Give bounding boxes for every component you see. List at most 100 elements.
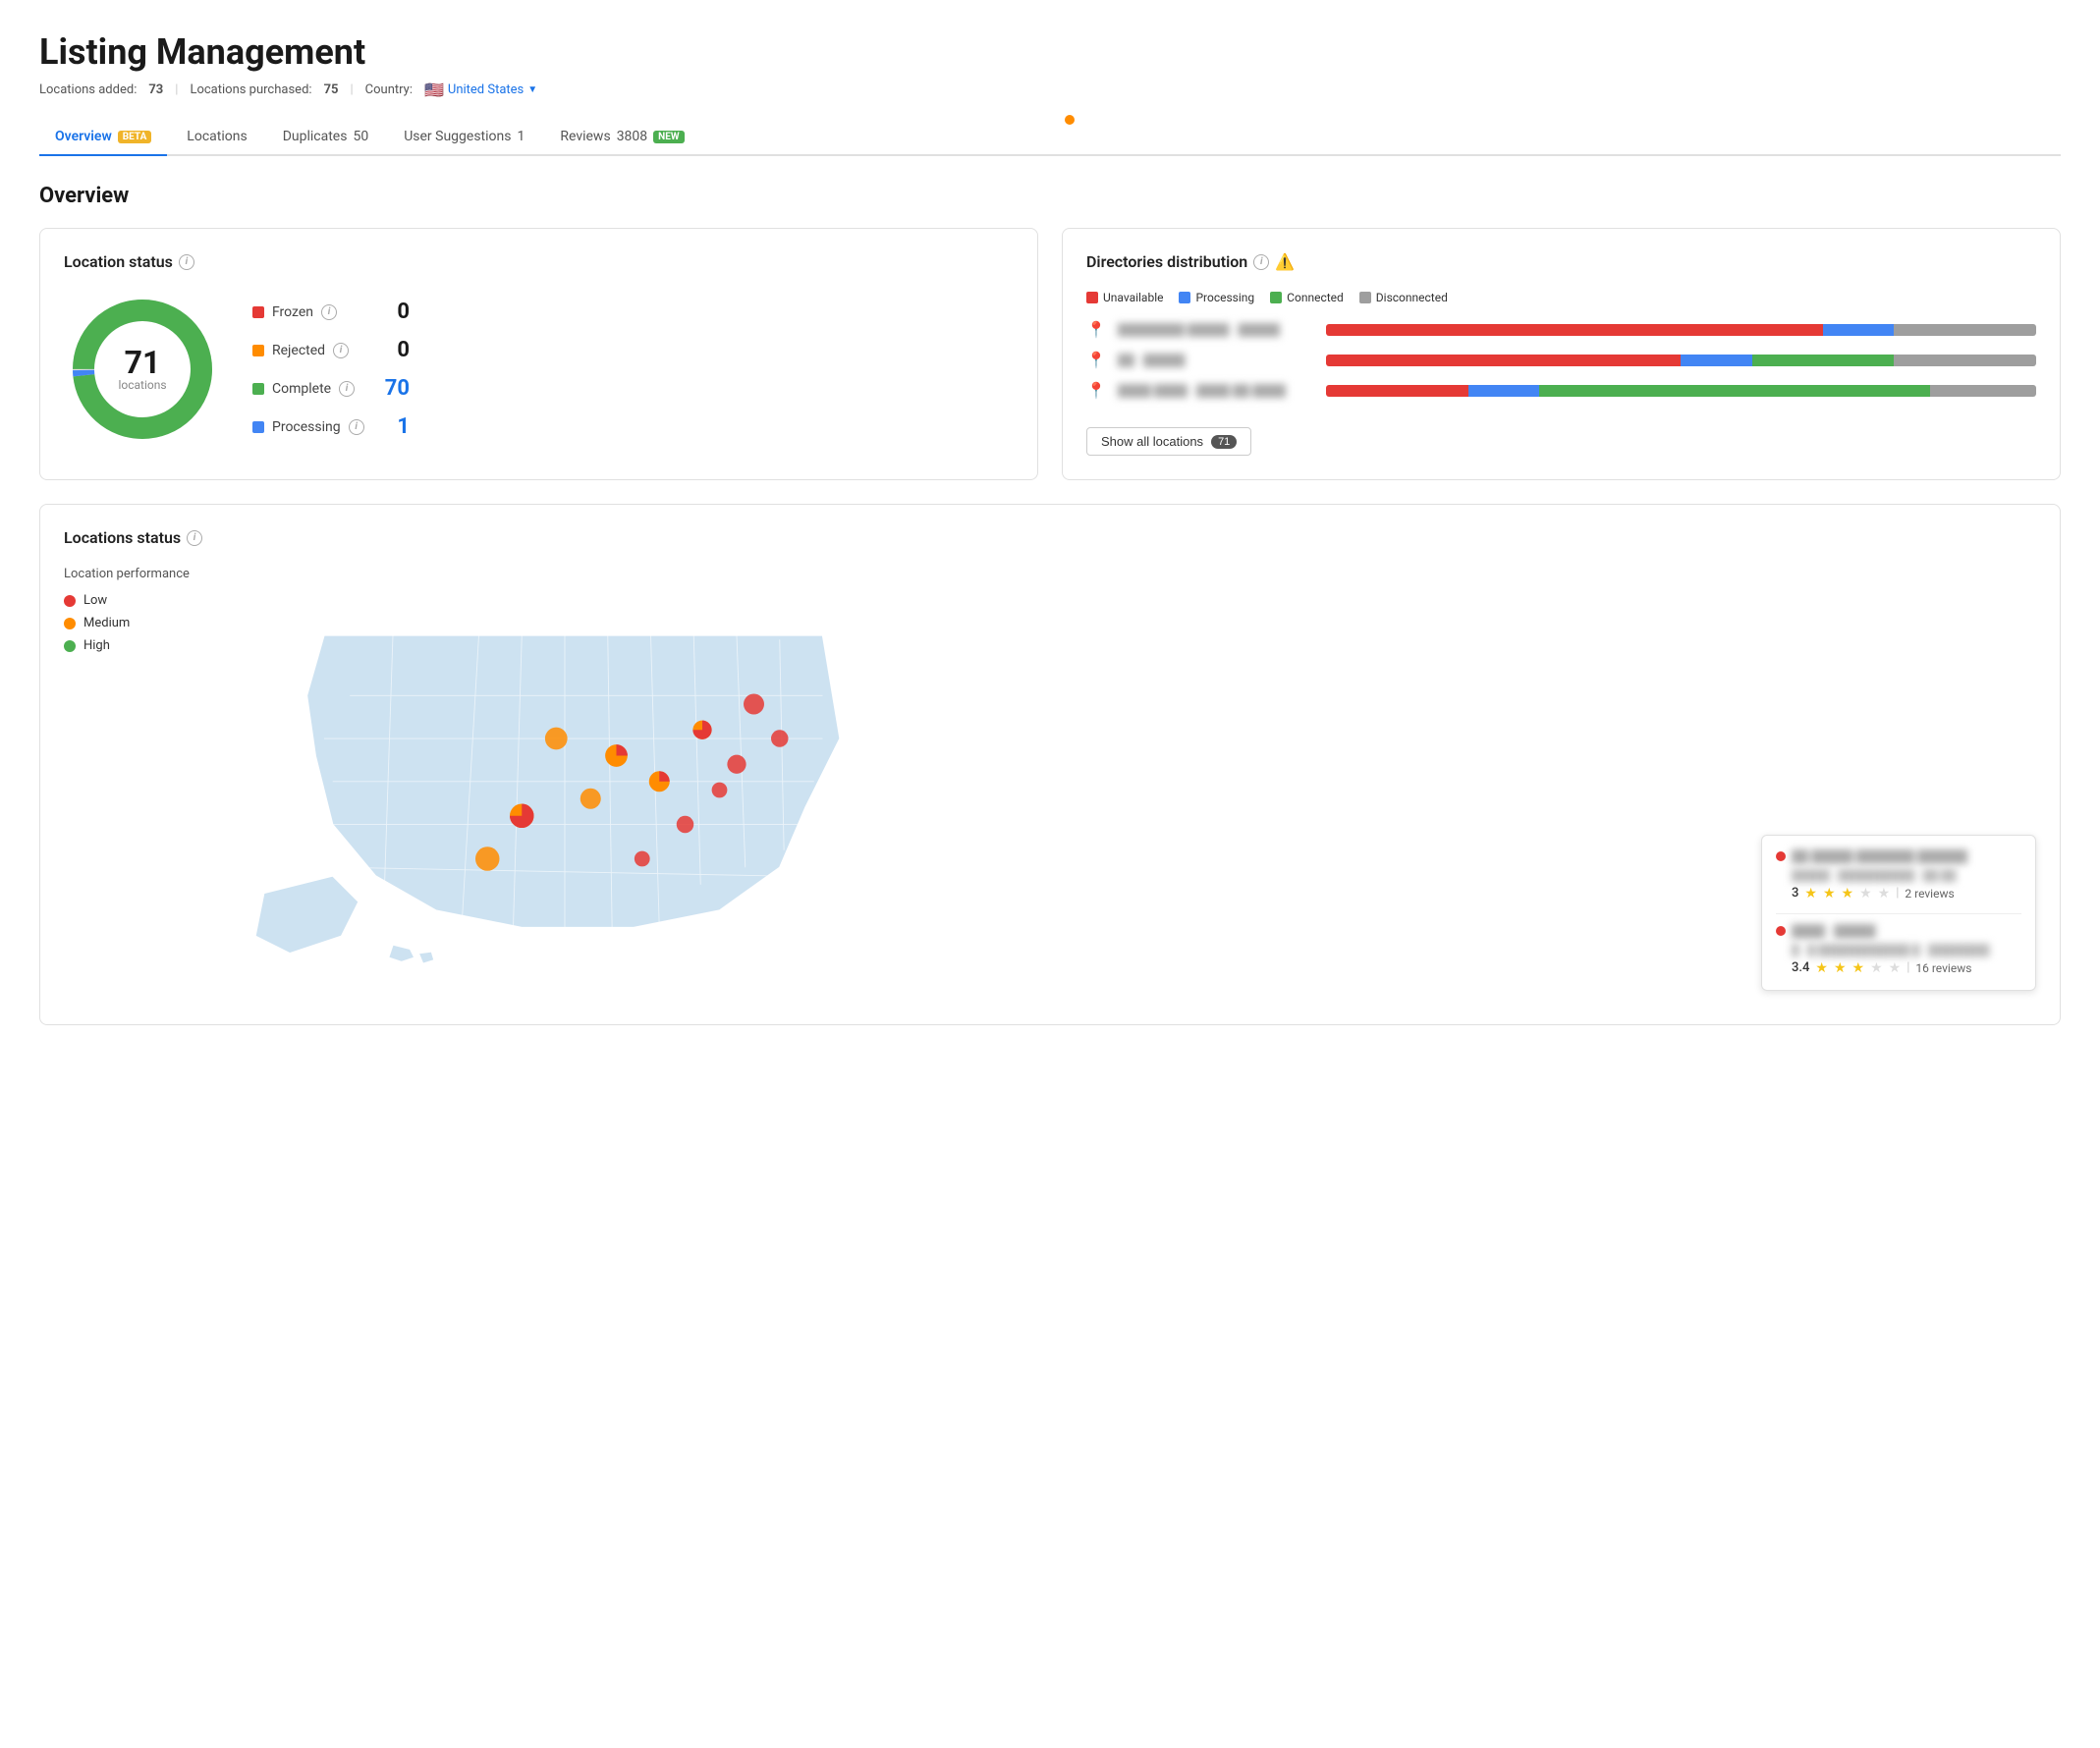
cards-row: Location status i 71 locations [39,228,2061,480]
tab-duplicates[interactable]: Duplicates 50 [267,119,385,156]
sep1: | [175,82,178,97]
dir-bar-3 [1326,385,2036,397]
frozen-value: 0 [380,300,410,324]
tab-duplicates-label: Duplicates [283,129,348,144]
country-label: Country: [365,82,413,97]
notification-dot [1065,115,1075,125]
locations-purchased-label: Locations purchased: [190,82,311,97]
overview-heading: Overview [39,184,2061,208]
map-content: Location performance Low Medium High [64,567,2036,1001]
map-dot-orange-2[interactable] [580,789,601,809]
map-legend-title: Location performance [64,567,201,581]
donut-chart: 71 locations [64,291,221,448]
locations-purchased-value: 75 [324,82,339,97]
tab-duplicates-count: 50 [353,129,368,144]
map-dot-pie-4[interactable] [510,804,534,829]
tooltip-addr-1: █████ · ██████████ · ██ ██ [1792,869,2021,882]
dir-bar-3-processing [1468,385,1539,397]
chevron-down-icon: ▼ [527,84,537,95]
subtitle-bar: Locations added: 73 | Locations purchase… [39,81,2061,99]
tooltip-rating-1: 3 ★ ★ ★ ★ ★ | 2 reviews [1792,886,2021,901]
tab-locations[interactable]: Locations [171,119,262,156]
directories-info-icon[interactable]: i [1253,254,1269,270]
frozen-info-icon[interactable]: i [321,304,337,320]
tabs-nav: Overview BETA Locations Duplicates 50 Us… [39,119,2061,156]
dir-name-3: ████ ████ · ████ ██ ████ [1118,384,1314,398]
tooltip-dot-2 [1776,926,1786,936]
dir-name-1: ████████ █████ · █████ [1118,323,1314,337]
dir-bar-1 [1326,324,2036,336]
directories-title: Directories distribution i ⚠️ [1086,252,2036,271]
map-dot-pie-1[interactable] [605,744,628,767]
processing-label: Processing [272,419,341,435]
map-dot-red-2[interactable] [771,730,789,747]
processing-info-icon[interactable]: i [349,419,364,435]
map-dot-red-5[interactable] [677,816,694,834]
medium-label: Medium [83,616,130,630]
connected-legend-dot [1270,292,1282,303]
tab-reviews-label: Reviews [560,129,610,144]
low-dot [64,595,76,607]
page-title: Listing Management [39,31,2061,73]
rejected-info-icon[interactable]: i [333,343,349,358]
dir-bar-2-unavailable [1326,355,1682,366]
tooltip-name-2: ████ · █████ [1792,924,1876,940]
star-1-3: ★ [1842,886,1854,901]
status-rejected: Rejected i 0 [252,338,410,362]
dir-bar-2 [1326,355,2036,366]
tab-reviews[interactable]: Reviews 3808 NEW [544,119,699,156]
unavailable-legend-dot [1086,292,1098,303]
complete-label: Complete [272,381,331,397]
directories-card: Directories distribution i ⚠️ Unavailabl… [1062,228,2061,480]
frozen-label: Frozen [272,304,313,320]
connected-legend-label: Connected [1287,291,1344,304]
status-frozen: Frozen i 0 [252,300,410,324]
flag-icon: 🇺🇸 [424,81,444,99]
tab-user-suggestions-count: 1 [517,129,525,144]
show-all-locations-button[interactable]: Show all locations 71 [1086,427,1251,456]
legend-disconnected: Disconnected [1359,291,1448,304]
reviews-count-1: 2 reviews [1905,887,1954,901]
map-dot-pie-2[interactable] [649,771,670,792]
map-dot-red-6[interactable] [635,851,650,867]
complete-info-icon[interactable]: i [339,381,355,397]
star-1-1: ★ [1804,886,1817,901]
tab-overview-label: Overview [55,129,112,144]
dir-name-2: ██ · █████ [1118,354,1314,367]
country-name: United States [448,82,524,97]
complete-dot [252,383,264,395]
legend-processing: Processing [1179,291,1254,304]
locations-status-info-icon[interactable]: i [187,530,202,546]
map-dot-red-3[interactable] [727,755,746,774]
map-dot-red-1[interactable] [744,694,764,715]
tooltip-name-1: ██ █████ ███████ ██████ [1792,849,1967,865]
star-2-4: ★ [1870,960,1883,976]
sep2: | [350,82,353,97]
high-dot [64,640,76,652]
star-1-2: ★ [1823,886,1836,901]
map-dot-pie-3[interactable] [692,721,711,739]
tooltip-entry-2: ████ · █████ █ · █ ████████████ █ · ████… [1776,924,2021,976]
map-legend-high: High [64,638,201,653]
locations-status-title: Locations status i [64,528,2036,547]
location-status-info-icon[interactable]: i [179,254,194,270]
map-dot-orange-1[interactable] [545,728,568,750]
dir-bar-2-connected [1752,355,1895,366]
medium-dot [64,618,76,629]
reviews-count-2: 16 reviews [1915,961,1971,975]
dir-bar-1-processing [1823,324,1894,336]
tab-user-suggestions[interactable]: User Suggestions 1 [388,119,540,156]
rejected-label: Rejected [272,343,325,358]
processing-value: 1 [380,414,410,439]
dir-bar-1-unavailable [1326,324,1823,336]
dir-bar-3-disconnected [1930,385,2036,397]
directories-legend: Unavailable Processing Connected Disconn… [1086,291,2036,304]
show-all-label: Show all locations [1101,434,1203,449]
dir-row-3: 📍 ████ ████ · ████ ██ ████ [1086,381,2036,400]
tab-overview[interactable]: Overview BETA [39,119,167,156]
donut-label: locations [118,378,166,392]
map-dot-red-4[interactable] [712,783,728,798]
map-dot-orange-3[interactable] [475,847,500,871]
tooltip-entry-1: ██ █████ ███████ ██████ █████ · ████████… [1776,849,2021,901]
country-selector[interactable]: 🇺🇸 United States ▼ [424,81,537,99]
